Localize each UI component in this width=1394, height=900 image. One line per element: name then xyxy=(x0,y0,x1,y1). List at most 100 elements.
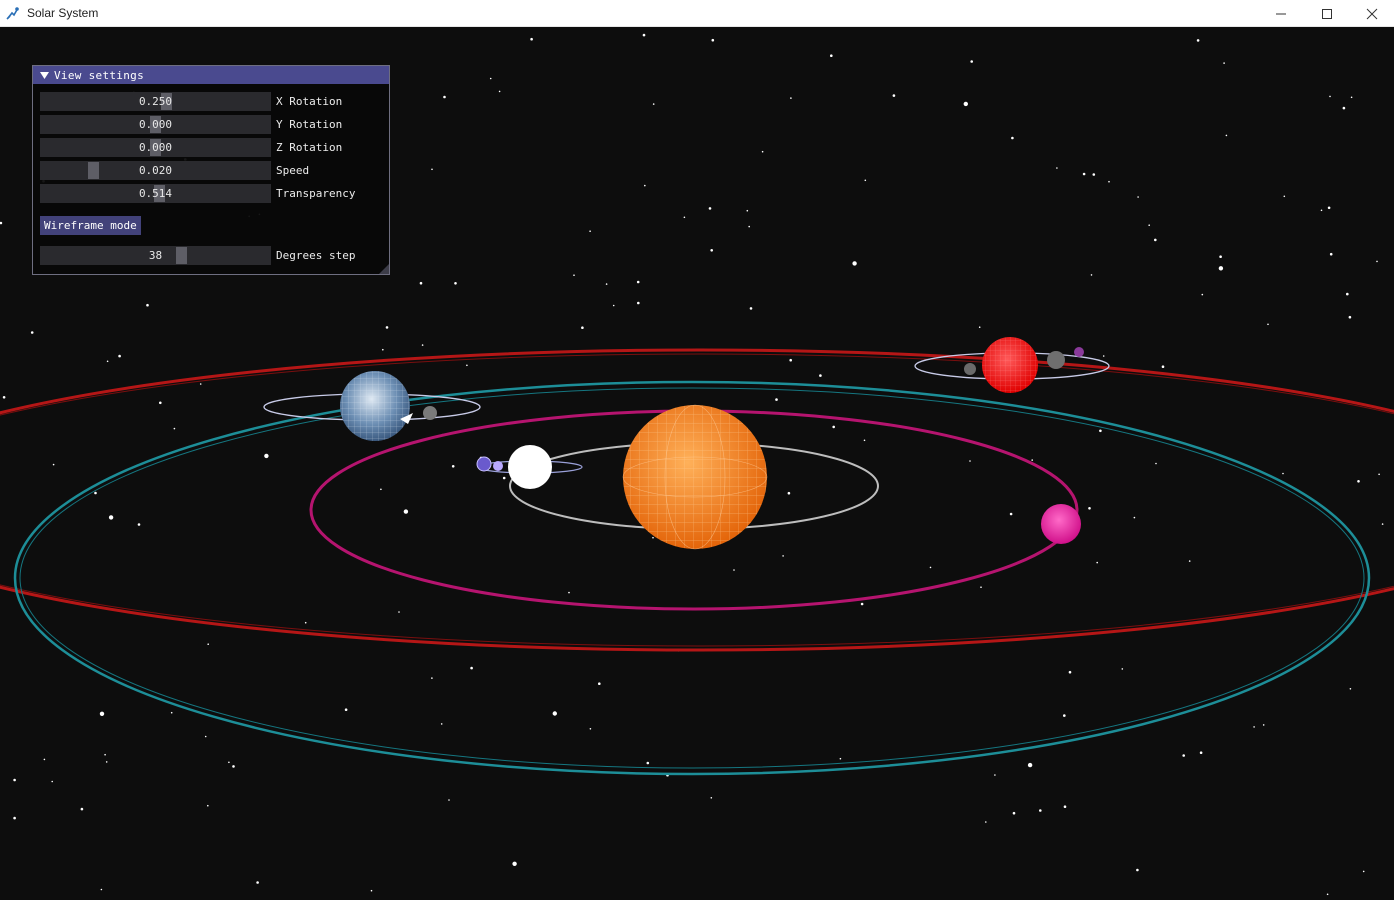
x-rotation-slider[interactable]: 0.250 xyxy=(40,92,271,111)
planet-blue[interactable] xyxy=(263,371,481,441)
star xyxy=(1342,106,1346,110)
speed-row: 0.020 Speed xyxy=(40,161,380,180)
star xyxy=(51,780,53,783)
view-settings-panel[interactable]: View settings 0.250 X Rotation 0.000 Y R… xyxy=(32,65,390,275)
speed-slider[interactable]: 0.020 xyxy=(40,161,271,180)
star xyxy=(637,301,640,305)
star xyxy=(43,758,46,761)
triangle-down-icon[interactable] xyxy=(39,70,49,80)
star xyxy=(1133,516,1136,519)
star xyxy=(1219,255,1222,258)
planet-white[interactable] xyxy=(476,445,583,489)
star xyxy=(1201,293,1204,296)
star xyxy=(978,326,981,329)
star xyxy=(839,757,842,760)
star xyxy=(929,566,932,569)
star xyxy=(1088,507,1091,510)
transparency-row: 0.514 Transparency xyxy=(40,184,380,203)
star xyxy=(708,207,712,210)
star xyxy=(170,711,173,714)
star xyxy=(104,753,106,756)
resize-grip-icon[interactable] xyxy=(379,264,389,274)
star xyxy=(568,591,570,594)
star xyxy=(1012,811,1016,815)
star xyxy=(1253,726,1255,728)
star xyxy=(746,209,749,212)
sun[interactable] xyxy=(622,404,768,550)
star xyxy=(1063,714,1066,717)
star xyxy=(0,221,3,225)
star xyxy=(108,515,114,520)
maximize-button[interactable] xyxy=(1304,0,1350,27)
render-viewport[interactable]: View settings 0.250 X Rotation 0.000 Y R… xyxy=(0,27,1394,900)
star xyxy=(159,401,162,405)
star xyxy=(605,283,608,285)
slider-label: Speed xyxy=(276,164,310,177)
star xyxy=(137,523,141,526)
star xyxy=(466,364,468,367)
star xyxy=(1099,429,1102,433)
star xyxy=(1376,260,1378,263)
slider-label: Transparency xyxy=(276,187,356,200)
star xyxy=(852,261,857,266)
maximize-icon xyxy=(1322,8,1332,19)
star xyxy=(1108,180,1110,183)
star xyxy=(530,37,533,41)
window-title: Solar System xyxy=(27,6,99,20)
star xyxy=(1320,209,1323,212)
star xyxy=(644,184,646,187)
panel-header[interactable]: View settings xyxy=(33,66,389,84)
star xyxy=(1136,868,1139,872)
star xyxy=(1092,173,1096,176)
star xyxy=(173,427,176,430)
star xyxy=(1148,224,1150,226)
star xyxy=(1362,870,1365,873)
star xyxy=(748,225,750,228)
degrees-step-slider[interactable]: 38 xyxy=(40,246,271,265)
star xyxy=(832,425,835,429)
star xyxy=(1009,512,1013,516)
star xyxy=(1381,523,1384,525)
star xyxy=(448,799,450,801)
star xyxy=(1056,167,1058,169)
star xyxy=(970,60,973,63)
star xyxy=(421,344,424,346)
star xyxy=(1346,292,1349,296)
star xyxy=(1031,459,1033,461)
star xyxy=(819,374,822,377)
star xyxy=(2,396,6,399)
star xyxy=(207,804,209,807)
star xyxy=(1357,480,1360,483)
x-rotation-row: 0.250 X Rotation xyxy=(40,92,380,111)
slider-label: X Rotation xyxy=(276,95,343,108)
star xyxy=(451,465,455,468)
star xyxy=(1090,274,1093,276)
star xyxy=(100,888,103,891)
star xyxy=(1161,365,1165,369)
transparency-slider[interactable]: 0.514 xyxy=(40,184,271,203)
star xyxy=(1121,668,1124,670)
star xyxy=(106,360,109,363)
star xyxy=(1327,206,1331,210)
star xyxy=(1349,688,1352,690)
star xyxy=(790,97,792,99)
planet-magenta[interactable] xyxy=(1041,504,1081,544)
minimize-button[interactable] xyxy=(1258,0,1304,27)
star xyxy=(892,94,896,97)
star xyxy=(512,861,517,866)
z-rotation-slider[interactable]: 0.000 xyxy=(40,138,271,157)
slider-value: 0.250 xyxy=(138,95,173,108)
y-rotation-slider[interactable]: 0.000 xyxy=(40,115,271,134)
slider-value: 0.020 xyxy=(138,164,173,177)
star xyxy=(1283,195,1286,198)
wireframe-mode-button[interactable]: Wireframe mode xyxy=(40,216,141,235)
star xyxy=(1011,136,1014,140)
star xyxy=(1326,893,1329,896)
star xyxy=(710,797,713,799)
star xyxy=(344,708,348,711)
star xyxy=(30,331,34,334)
z-rotation-row: 0.000 Z Rotation xyxy=(40,138,380,157)
star xyxy=(1329,95,1331,98)
close-button[interactable] xyxy=(1349,0,1394,27)
star xyxy=(980,586,982,588)
